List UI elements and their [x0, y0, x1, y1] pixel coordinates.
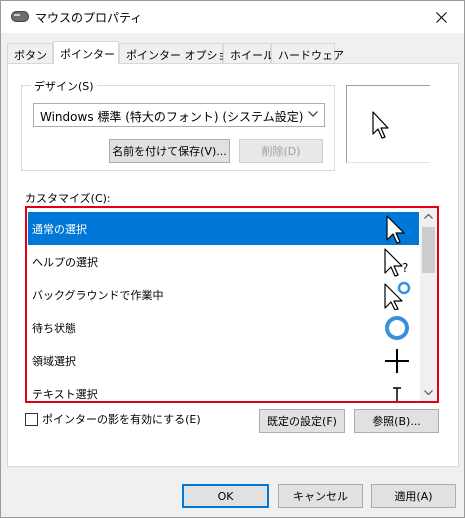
scroll-thumb[interactable] [422, 227, 435, 273]
cancel-button[interactable]: キャンセル [278, 484, 363, 508]
scheme-value: Windows 標準 (特大のフォント) (システム設定) [40, 110, 304, 124]
item-label: テキスト選択 [32, 388, 98, 401]
shadow-checkbox-label: ポインターの影を有効にする(E) [42, 413, 201, 426]
pointer-list[interactable]: 通常の選択 ヘルプの選択 ? バックグラウンドで作業中 待ち状態 領域選択 テキ… [25, 206, 439, 403]
scroll-down-button[interactable] [420, 384, 437, 401]
design-legend: デザイン(S) [31, 78, 97, 94]
item-label: ヘルプの選択 [32, 256, 98, 269]
list-item[interactable]: テキスト選択 [28, 377, 419, 401]
arrow-pointer-icon [372, 111, 389, 139]
browse-button[interactable]: 参照(B)... [354, 409, 439, 433]
help-pointer-icon: ? [384, 248, 408, 277]
chevron-up-icon [424, 214, 433, 219]
tab-hardware[interactable]: ハードウェア [271, 43, 344, 63]
item-label: バックグラウンドで作業中 [32, 289, 164, 302]
busy-ring-icon [385, 316, 409, 340]
close-icon [435, 11, 447, 23]
list-item[interactable]: バックグラウンドで作業中 [28, 278, 419, 311]
tab-buttons[interactable]: ボタン [7, 43, 53, 63]
pointer-preview [346, 85, 430, 163]
tab-pointers[interactable]: ポインター [53, 41, 119, 64]
chevron-down-icon [424, 390, 433, 395]
svg-text:?: ? [402, 261, 408, 275]
shadow-checkbox[interactable] [25, 412, 38, 426]
list-item[interactable]: 通常の選択 [28, 212, 419, 245]
window-title: マウスのプロパティ [35, 11, 143, 25]
mouse-icon [11, 11, 29, 22]
ok-button[interactable]: OK [182, 484, 269, 508]
arrow-pointer-icon [386, 215, 405, 244]
list-item[interactable]: 待ち状態 [28, 311, 419, 344]
delete-button[interactable]: 削除(D) [239, 139, 323, 163]
chevron-down-icon [308, 111, 318, 117]
text-ibeam-icon [393, 387, 401, 401]
save-as-button[interactable]: 名前を付けて保存(V)... [109, 139, 230, 163]
scheme-dropdown[interactable]: Windows 標準 (特大のフォント) (システム設定) [33, 103, 325, 127]
tab-pointer-options[interactable]: ポインター オプション [119, 43, 240, 63]
item-label: 通常の選択 [32, 223, 87, 236]
close-button[interactable] [418, 1, 464, 33]
crosshair-icon [385, 349, 409, 373]
use-default-button[interactable]: 既定の設定(F) [259, 409, 345, 433]
scroll-up-button[interactable] [420, 208, 437, 225]
item-label: 待ち状態 [32, 322, 76, 335]
tab-wheel[interactable]: ホイール [223, 43, 274, 63]
title-bar: マウスのプロパティ [1, 1, 464, 33]
working-background-icon [384, 281, 411, 310]
item-label: 領域選択 [32, 355, 76, 368]
customize-label: カスタマイズ(C): [25, 192, 111, 205]
mouse-properties-window: マウスのプロパティ ボタン ポインター ポインター オプション ホイール ハード… [0, 0, 465, 518]
list-item[interactable]: ヘルプの選択 ? [28, 245, 419, 278]
shadow-checkbox-row[interactable]: ポインターの影を有効にする(E) [25, 411, 201, 427]
list-scrollbar[interactable] [420, 208, 437, 401]
apply-button[interactable]: 適用(A) [371, 484, 456, 508]
list-item[interactable]: 領域選択 [28, 344, 419, 377]
